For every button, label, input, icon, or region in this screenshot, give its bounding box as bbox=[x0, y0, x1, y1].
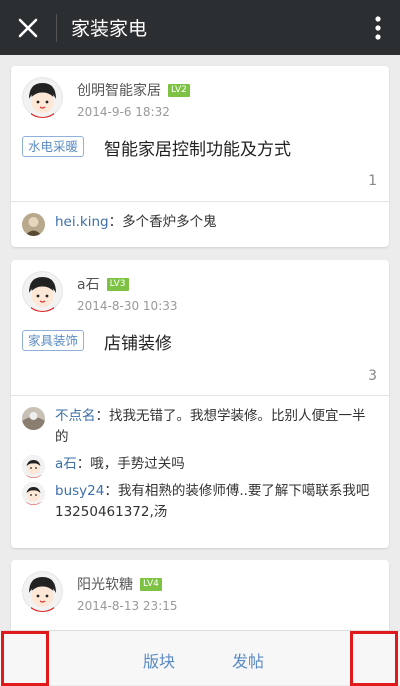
level-badge: LV3 bbox=[106, 277, 129, 291]
comment-text: ：哦，手势过关吗 bbox=[76, 456, 185, 472]
author-avatar[interactable] bbox=[22, 77, 63, 118]
level-badge: LV2 bbox=[168, 83, 190, 97]
bottom-bar: 版块 发帖 bbox=[0, 630, 400, 686]
author-name[interactable]: 阳光软糖 LV4 bbox=[77, 574, 162, 594]
post-card[interactable]: 创明智能家居 LV2 2014-9-6 18:32 水电采暖 智能家居控制功能及… bbox=[11, 66, 389, 247]
highlight-box-left[interactable] bbox=[1, 631, 49, 686]
close-button[interactable] bbox=[0, 0, 56, 55]
comment-list: hei.king：多个香炉多个鬼 bbox=[11, 201, 389, 243]
more-vertical-icon bbox=[375, 15, 381, 40]
comment-item[interactable]: a石：哦，手势过关吗 bbox=[11, 454, 389, 478]
section-button[interactable]: 版块 bbox=[143, 648, 175, 672]
top-bar: 家装家电 bbox=[0, 0, 400, 55]
post-time: 2014-8-30 10:33 bbox=[77, 299, 178, 313]
commenter-name[interactable]: 不点名 bbox=[55, 408, 96, 424]
level-badge: LV4 bbox=[140, 577, 162, 591]
post-feed[interactable]: 创明智能家居 LV2 2014-9-6 18:32 水电采暖 智能家居控制功能及… bbox=[0, 55, 400, 630]
category-tag[interactable]: 水电采暖 bbox=[22, 136, 85, 157]
comment-text: ：找我无错了。我想学装修。比别人便宜一半的 bbox=[55, 408, 366, 445]
highlight-box-right[interactable] bbox=[350, 631, 398, 686]
comment-item[interactable]: 不点名：找我无错了。我想学装修。比别人便宜一半的 bbox=[11, 406, 389, 448]
comment-list: 不点名：找我无错了。我想学装修。比别人便宜一半的 a石：哦，手势过关吗 busy… bbox=[11, 395, 389, 533]
author-name[interactable]: a石 LV3 bbox=[77, 274, 129, 294]
comment-item[interactable]: hei.king：多个香炉多个鬼 bbox=[11, 212, 389, 236]
commenter-avatar[interactable] bbox=[22, 407, 45, 430]
more-button[interactable] bbox=[356, 0, 400, 55]
post-card[interactable]: 阳光软糖 LV4 2014-8-13 23:15 bbox=[11, 560, 389, 630]
commenter-avatar[interactable] bbox=[22, 482, 45, 505]
page-title: 家装家电 bbox=[71, 18, 148, 40]
commenter-name[interactable]: busy24 bbox=[55, 483, 104, 499]
post-title[interactable]: 店铺装修 bbox=[104, 329, 172, 354]
post-card[interactable]: a石 LV3 2014-8-30 10:33 家具装饰 店铺装修 3 不点名：找… bbox=[11, 260, 389, 548]
close-icon bbox=[18, 18, 38, 37]
author-name[interactable]: 创明智能家居 LV2 bbox=[77, 80, 190, 100]
author-avatar[interactable] bbox=[22, 571, 63, 612]
comment-item[interactable]: busy24：我有相熟的装修师傅..要了解下噶联系我吧13250461372,汤 bbox=[11, 481, 389, 523]
post-time: 2014-8-13 23:15 bbox=[77, 599, 178, 613]
reply-count: 3 bbox=[368, 368, 377, 384]
commenter-name[interactable]: a石 bbox=[55, 456, 77, 472]
header-divider bbox=[56, 13, 57, 42]
author-avatar[interactable] bbox=[22, 271, 63, 312]
reply-count: 1 bbox=[368, 173, 377, 189]
commenter-avatar[interactable] bbox=[22, 455, 45, 478]
comment-text: ：多个香炉多个鬼 bbox=[108, 214, 217, 230]
category-tag[interactable]: 家具装饰 bbox=[22, 330, 85, 351]
commenter-avatar[interactable] bbox=[22, 213, 45, 236]
post-title[interactable]: 智能家居控制功能及方式 bbox=[104, 135, 291, 160]
post-time: 2014-9-6 18:32 bbox=[77, 105, 170, 119]
post-button[interactable]: 发帖 bbox=[232, 648, 264, 672]
commenter-name[interactable]: hei.king bbox=[55, 214, 109, 230]
